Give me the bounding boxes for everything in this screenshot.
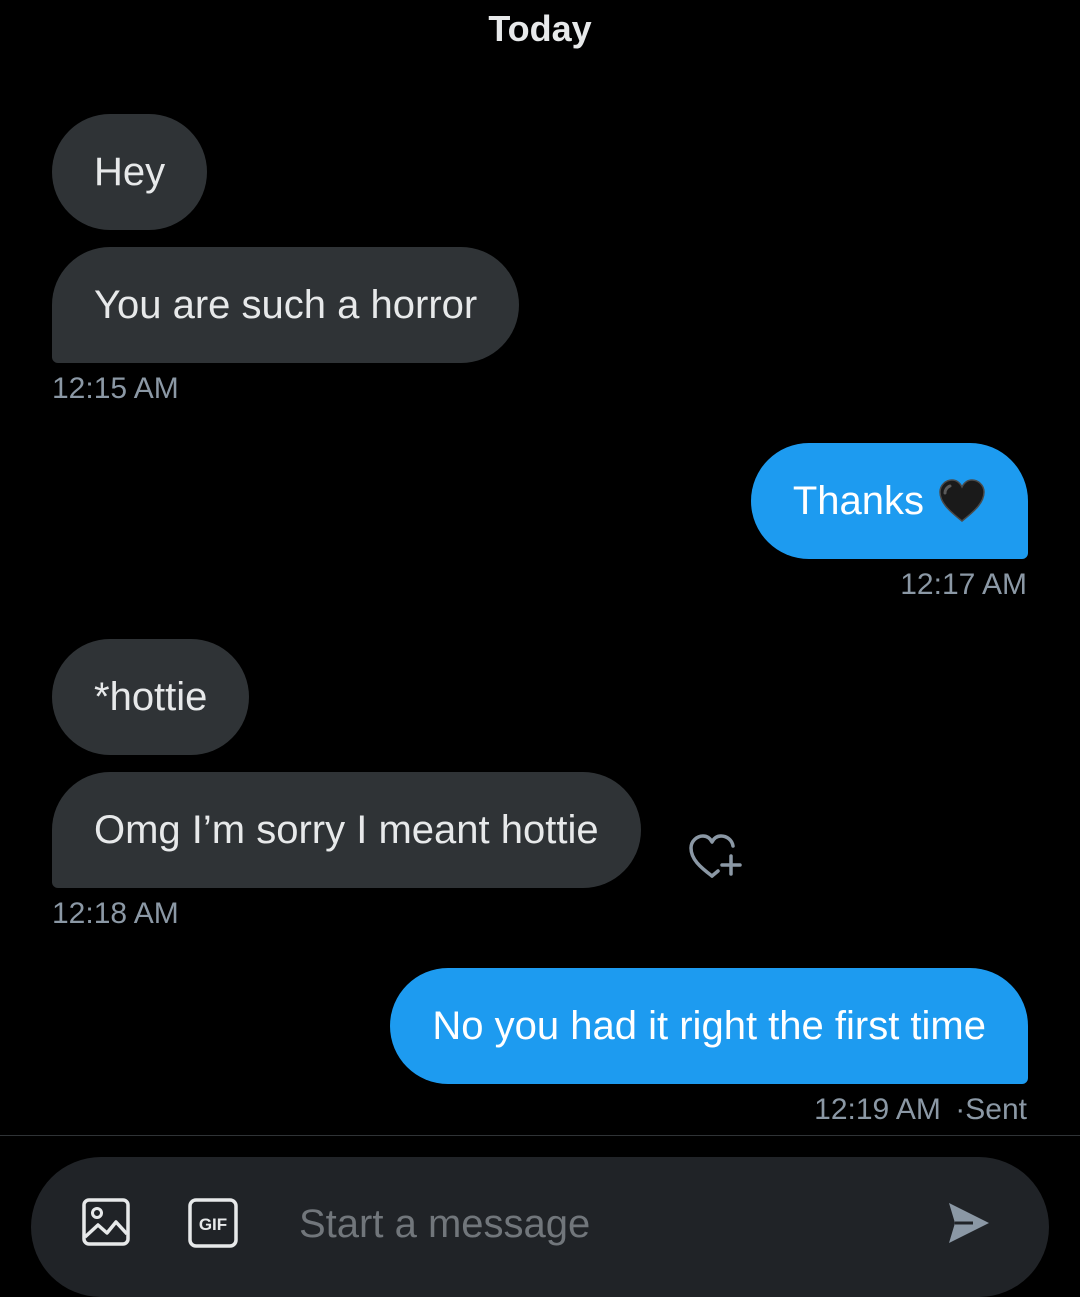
message-text: Omg I’m sorry I meant hottie (94, 808, 599, 852)
send-icon[interactable] (945, 1199, 993, 1247)
message-timestamp: 12:19 AM ·Sent (814, 1093, 1027, 1127)
gif-label: GIF (199, 1215, 227, 1234)
gif-icon[interactable]: GIF (187, 1197, 239, 1249)
message-timestamp: 12:15 AM (52, 372, 179, 405)
day-header: Today (488, 8, 592, 49)
message-composer: GIF (31, 1157, 1049, 1297)
message-text: Thanks (792, 479, 924, 523)
incoming-message-bubble[interactable]: *hottie (52, 639, 250, 755)
add-reaction-icon[interactable] (688, 832, 744, 882)
message-text: *hottie (94, 675, 208, 719)
message-text: You are such a horror (94, 283, 478, 327)
message-time: 12:19 AM (814, 1093, 941, 1126)
message-input[interactable] (297, 1195, 901, 1253)
outgoing-message-bubble[interactable]: Thanks (750, 443, 1028, 559)
incoming-message-bubble[interactable]: Hey (52, 114, 208, 230)
incoming-message-bubble[interactable]: Omg I’m sorry I meant hottie (52, 772, 641, 888)
black-heart-icon (938, 479, 986, 523)
message-timestamp: 12:18 AM (52, 897, 179, 930)
message-text: Hey (94, 150, 166, 194)
image-icon[interactable] (81, 1197, 131, 1247)
message-text: No you had it right the first time (432, 1004, 986, 1048)
incoming-message-bubble[interactable]: You are such a horror (52, 247, 520, 363)
message-timestamp: 12:17 AM (900, 568, 1027, 601)
delivery-status: ·Sent (955, 1093, 1027, 1126)
outgoing-message-bubble[interactable]: No you had it right the first time (390, 968, 1028, 1084)
composer-divider (0, 1135, 1080, 1136)
